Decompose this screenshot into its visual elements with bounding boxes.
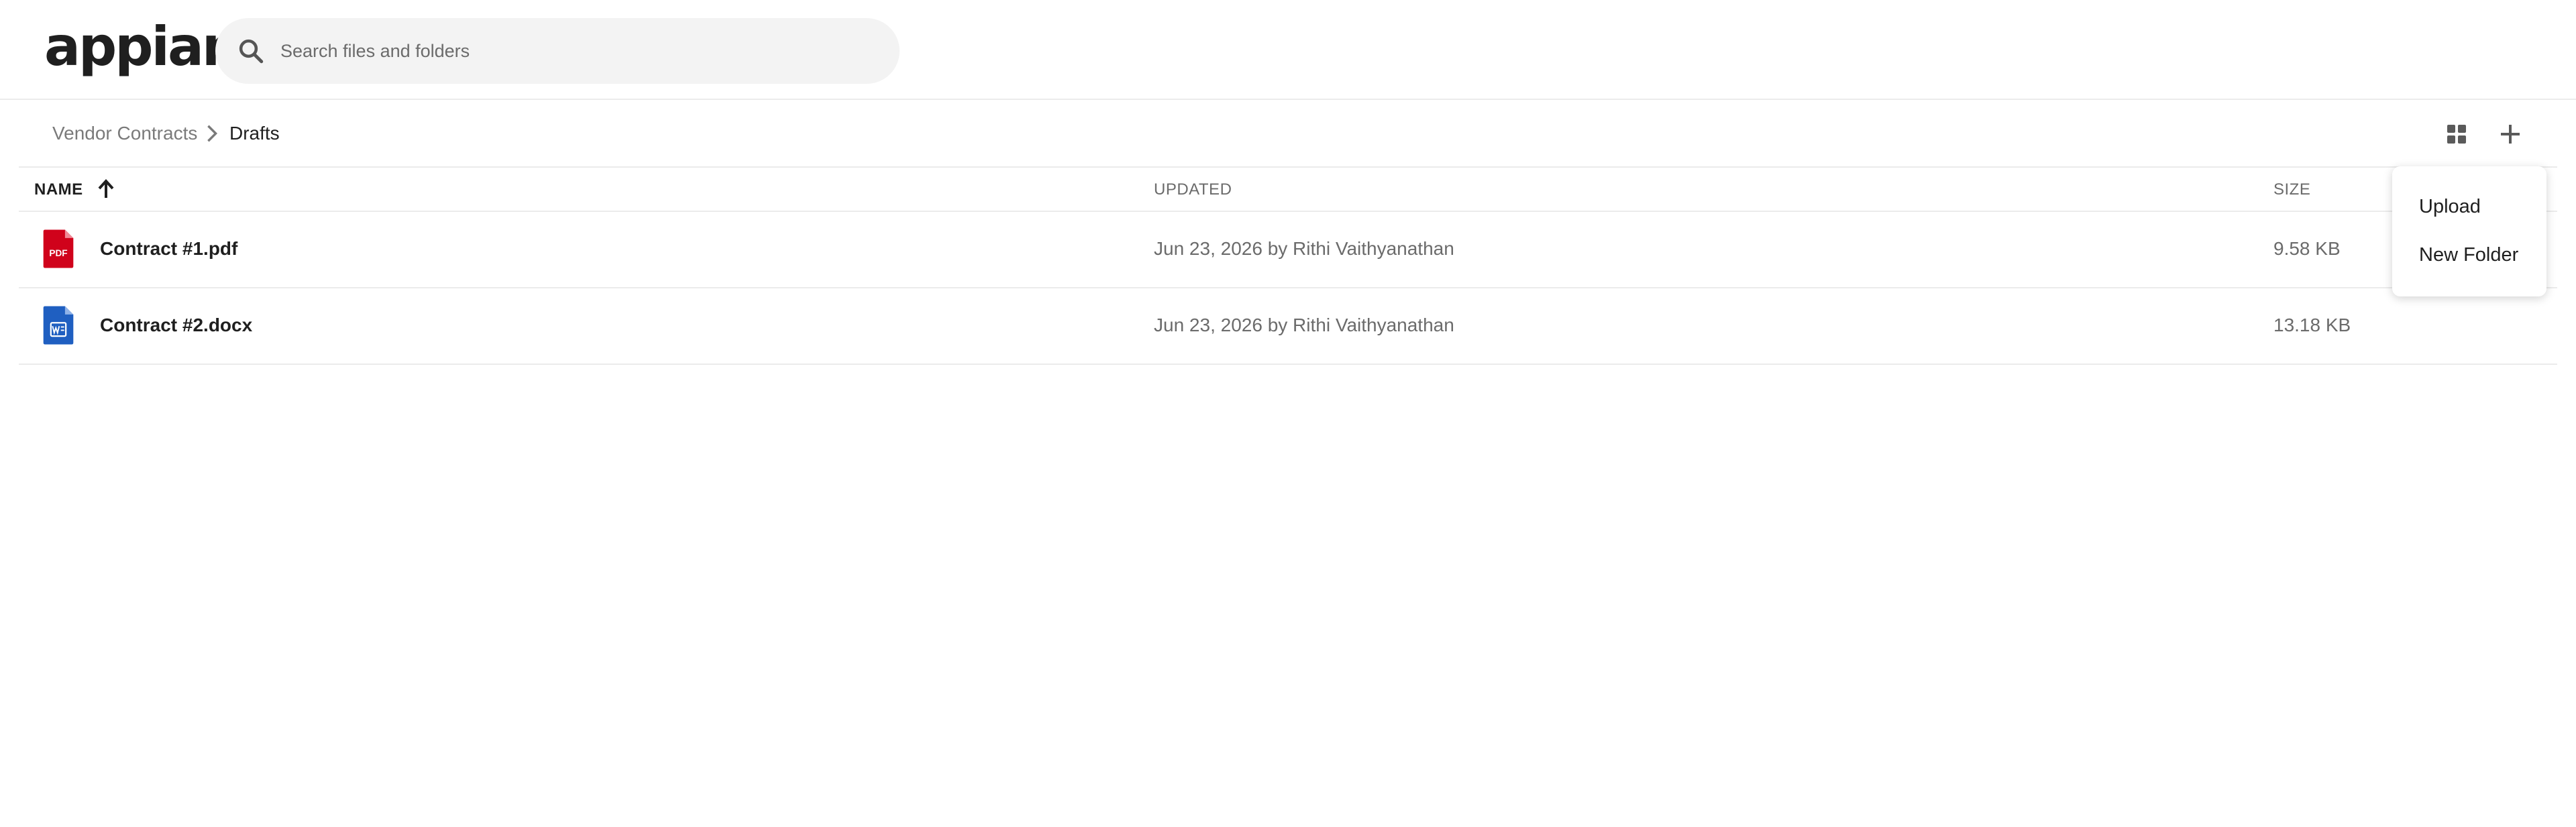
breadcrumb-item-vendor-contracts[interactable]: Vendor Contracts (52, 122, 197, 145)
chevron-right-icon (207, 125, 218, 142)
column-header-name[interactable]: NAME (34, 180, 83, 200)
file-updated: Jun 23, 2026 by Rithi Vaithyanathan (1154, 315, 1454, 335)
table-row[interactable]: PDF Contract #1.pdf Jun 23, 2026 by Rith… (19, 212, 2557, 288)
grid-view-button[interactable] (2440, 118, 2473, 150)
column-header-size[interactable]: SIZE (2273, 180, 2310, 200)
column-header-updated[interactable]: UPDATED (1154, 180, 1232, 200)
table-row[interactable]: Contract #2.docx Jun 23, 2026 by Rithi V… (19, 288, 2557, 365)
add-button[interactable] (2494, 118, 2526, 150)
breadcrumb-bar: Vendor Contracts Drafts (19, 100, 2557, 168)
file-name[interactable]: Contract #1.pdf (100, 237, 237, 260)
file-size: 9.58 KB (2273, 238, 2341, 259)
header: appian (0, 0, 2576, 100)
breadcrumb-item-drafts: Drafts (229, 123, 280, 144)
table-header: NAME UPDATED SIZE (19, 168, 2557, 212)
file-updated: Jun 23, 2026 by Rithi Vaithyanathan (1154, 238, 1454, 259)
add-menu: Upload New Folder (2392, 166, 2546, 296)
search-icon (239, 39, 264, 64)
plus-icon (2501, 125, 2520, 144)
arrow-up-icon[interactable] (97, 178, 115, 199)
file-size: 13.18 KB (2273, 315, 2351, 335)
word-file-icon (43, 306, 74, 345)
pdf-file-icon: PDF (43, 229, 74, 268)
svg-text:PDF: PDF (49, 248, 67, 258)
grid-view-icon (2447, 125, 2466, 144)
file-name[interactable]: Contract #2.docx (100, 314, 252, 337)
menu-item-upload[interactable]: Upload (2419, 195, 2481, 219)
search-bar[interactable] (215, 18, 900, 84)
menu-item-new-folder[interactable]: New Folder (2419, 243, 2518, 267)
search-input[interactable] (280, 18, 871, 84)
appian-logo[interactable]: appian (44, 15, 240, 79)
